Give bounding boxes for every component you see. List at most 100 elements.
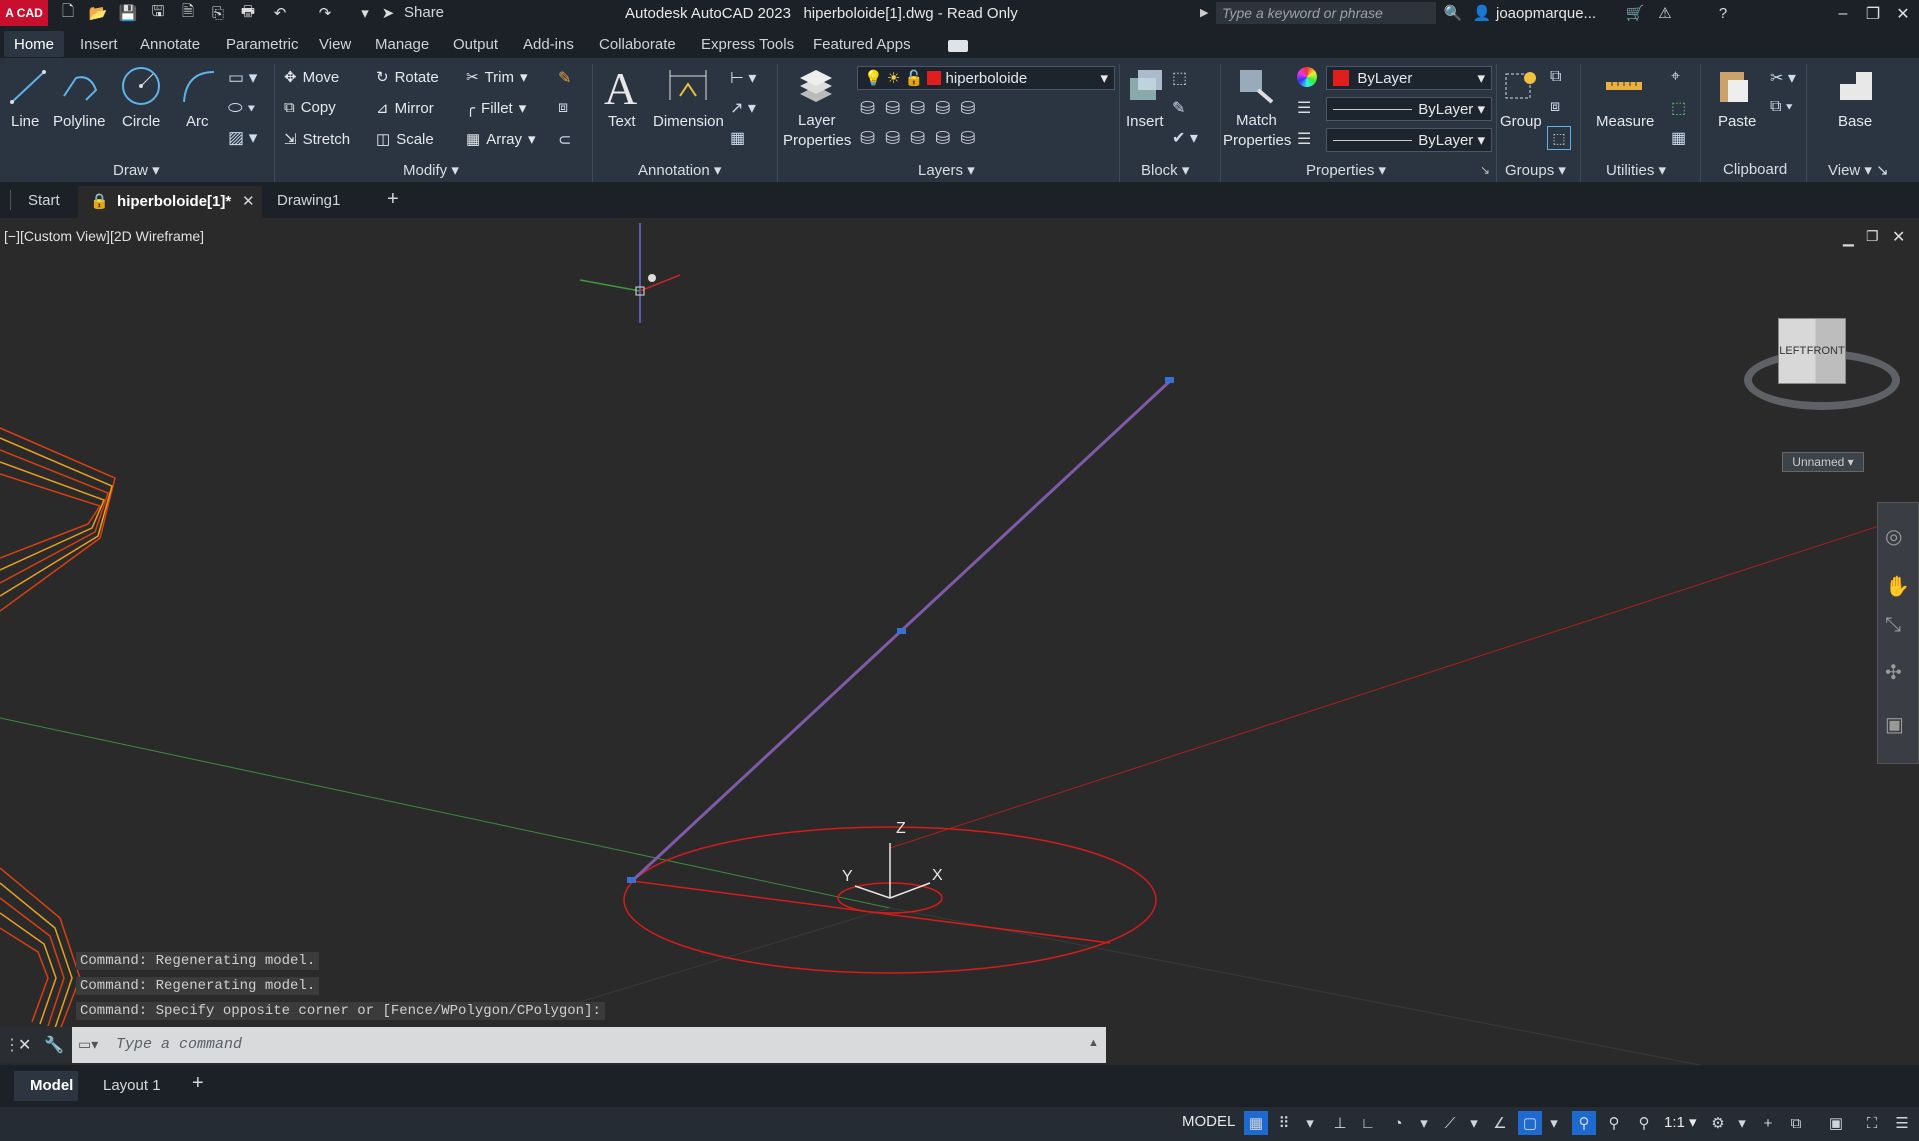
base-view-icon[interactable] — [1834, 64, 1878, 108]
arc-icon[interactable] — [176, 64, 220, 108]
autodesk-store-icon[interactable]: 🛒 — [1625, 4, 1645, 22]
ortho-icon[interactable]: ⊥ — [1328, 1111, 1352, 1135]
scale-button[interactable]: ◫ Scale — [376, 130, 434, 149]
ribbon-minimize-icon[interactable] — [948, 40, 968, 52]
modify-panel-title[interactable]: Modify ▾ — [403, 161, 459, 179]
tab-add-ins[interactable]: Add-ins — [523, 36, 574, 53]
layer-properties-icon[interactable] — [794, 64, 838, 108]
hatch-icon[interactable]: ▨ ▾ — [228, 128, 257, 148]
layer-properties-label-1[interactable]: Layer — [798, 112, 836, 129]
object-snap-tracking-icon[interactable]: ∠ — [1488, 1111, 1512, 1135]
tab-featured-apps[interactable]: Featured Apps — [813, 36, 911, 53]
copy-clip-icon[interactable]: ⧉ ▾ — [1770, 98, 1793, 116]
mirror-button[interactable]: ⊿ Mirror — [376, 99, 434, 118]
fillet-button[interactable]: ╭ Fillet ▾ — [466, 99, 526, 118]
tab-insert[interactable]: Insert — [80, 36, 118, 53]
quick-access-customize-icon[interactable]: ▾ — [355, 4, 375, 22]
leader-icon[interactable]: ↗ ▾ — [730, 98, 756, 118]
search-expand-icon[interactable]: ▶ — [1200, 6, 1208, 19]
annotation-panel-title[interactable]: Annotation ▾ — [638, 161, 721, 179]
view-panel-title[interactable]: View ▾ ↘ — [1828, 161, 1889, 179]
showmotion-icon[interactable]: ▣ — [1885, 712, 1904, 737]
cut-icon[interactable]: ✂ ▾ — [1770, 68, 1796, 88]
quick-properties-icon[interactable]: ▣ — [1824, 1111, 1848, 1135]
groups-panel-title[interactable]: Groups ▾ — [1505, 161, 1566, 179]
annotation-monitor-icon[interactable]: + — [1756, 1111, 1780, 1135]
object-snap-icon[interactable]: ▢ — [1518, 1111, 1542, 1135]
plot-icon[interactable]: 🖶 — [238, 3, 258, 22]
dimension-icon[interactable] — [666, 64, 710, 108]
zoom-extents-icon[interactable]: ⤡ — [1885, 614, 1901, 637]
edit-attributes-icon[interactable]: ✔ ▾ — [1172, 128, 1198, 148]
layer-tools-row-1[interactable]: ⛁⛁⛁⛁⛁ — [860, 98, 985, 119]
share-icon[interactable]: ➤ — [378, 4, 398, 22]
edit-block-icon[interactable]: ✎ — [1172, 98, 1185, 118]
group-icon[interactable] — [1500, 64, 1544, 108]
viewport-minimize-icon[interactable]: ▁ — [1843, 230, 1854, 247]
pan-icon[interactable]: ✋ — [1885, 574, 1910, 599]
workspace-dropdown-icon[interactable]: ▾ — [1730, 1111, 1754, 1135]
tab-hiperboloide[interactable]: 🔒 hiperboloide[1]* — [90, 192, 231, 210]
copy-button[interactable]: ⧉ Copy — [284, 99, 336, 116]
units-icon[interactable]: ⧉ — [1784, 1111, 1808, 1135]
command-close-icon[interactable]: ✕ — [18, 1035, 31, 1055]
tab-close-icon[interactable]: ✕ — [242, 192, 255, 210]
rotate-button[interactable]: ↻ Rotate — [376, 68, 439, 87]
tab-start[interactable]: Start — [28, 192, 60, 209]
table-icon[interactable]: ▦ — [730, 128, 745, 148]
command-input[interactable]: Type a command — [116, 1036, 242, 1053]
isometric-dropdown-icon[interactable]: ▾ — [1462, 1111, 1486, 1135]
share-button[interactable]: Share — [404, 4, 444, 21]
grip[interactable] — [1165, 377, 1174, 383]
insert-block-icon[interactable] — [1124, 64, 1168, 108]
customization-icon[interactable]: ☰ — [1890, 1111, 1914, 1135]
save-as-icon[interactable]: 🖫 — [148, 3, 168, 22]
layer-dropdown[interactable]: 💡 ☀ 🔓 hiperboloide ▾ — [857, 66, 1115, 90]
search-icon[interactable]: 🔍 — [1443, 4, 1463, 22]
move-button[interactable]: ✥ Move — [284, 68, 339, 87]
open-file-icon[interactable]: 📂 — [88, 4, 108, 22]
save-web-icon[interactable]: ⎘ — [208, 4, 228, 22]
quick-select-icon[interactable]: ⬚ — [1671, 98, 1686, 118]
match-properties-icon[interactable] — [1234, 64, 1278, 108]
user-account[interactable]: joaopmarque... — [1496, 5, 1596, 22]
properties-launcher-icon[interactable]: ↘ — [1480, 163, 1490, 177]
autodesk-app-icon[interactable]: ⚠ — [1655, 4, 1675, 22]
text-button[interactable]: Text — [608, 113, 636, 130]
named-views-dropdown[interactable]: Unnamed ▾ — [1782, 452, 1864, 472]
viewcube[interactable]: LEFT FRONT — [1778, 318, 1846, 384]
polar-tracking-icon[interactable]: ◔ — [1386, 1111, 1410, 1135]
tab-view[interactable]: View — [319, 36, 351, 53]
group-selection-icon[interactable]: ⬚ — [1547, 126, 1571, 150]
open-web-icon[interactable]: 🗎 — [178, 3, 198, 22]
new-file-icon[interactable]: 🗋 — [58, 3, 78, 22]
close-icon[interactable]: ✕ — [1890, 2, 1916, 26]
polar-dropdown-icon[interactable]: ▾ — [1412, 1111, 1436, 1135]
annotation-scale-dropdown[interactable]: 1:1 ▾ — [1664, 1113, 1697, 1131]
tab-output[interactable]: Output — [453, 36, 498, 53]
viewport-restore-icon[interactable]: ❐ — [1866, 228, 1879, 245]
object-snap-dropdown-icon[interactable]: ▾ — [1542, 1111, 1566, 1135]
app-menu-button[interactable]: A CAD — [0, 0, 48, 26]
redo-icon[interactable]: ↷ — [315, 4, 335, 22]
grip[interactable] — [627, 877, 636, 883]
tab-express-tools[interactable]: Express Tools — [701, 36, 794, 53]
search-input[interactable]: Type a keyword or phrase — [1216, 2, 1436, 24]
lineweight-dropdown[interactable]: ByLayer ▾ — [1326, 97, 1492, 121]
erase-icon[interactable]: ✎ — [558, 68, 571, 88]
viewport-controls[interactable]: [−][Custom View][2D Wireframe] — [4, 228, 204, 244]
new-tab-icon[interactable]: + — [387, 188, 399, 211]
viewcube-left-face[interactable]: LEFT — [1779, 345, 1806, 357]
steering-wheel-icon[interactable]: ◎ — [1885, 524, 1902, 549]
line-icon[interactable] — [6, 64, 50, 108]
arc-button[interactable]: Arc — [186, 113, 209, 130]
offset-icon[interactable]: ⊂ — [558, 130, 571, 150]
linetype-dropdown[interactable]: ByLayer ▾ — [1326, 128, 1492, 152]
workspace-icon[interactable]: ⚙ — [1706, 1111, 1730, 1135]
polyline-button[interactable]: Polyline — [53, 113, 106, 130]
layer-properties-label-2[interactable]: Properties — [783, 132, 851, 149]
viewcube-front-face[interactable]: FRONT — [1807, 345, 1845, 357]
tab-collaborate[interactable]: Collaborate — [599, 36, 676, 53]
trim-button[interactable]: ✂ Trim ▾ — [466, 68, 528, 87]
layers-panel-title[interactable]: Layers ▾ — [918, 161, 975, 179]
